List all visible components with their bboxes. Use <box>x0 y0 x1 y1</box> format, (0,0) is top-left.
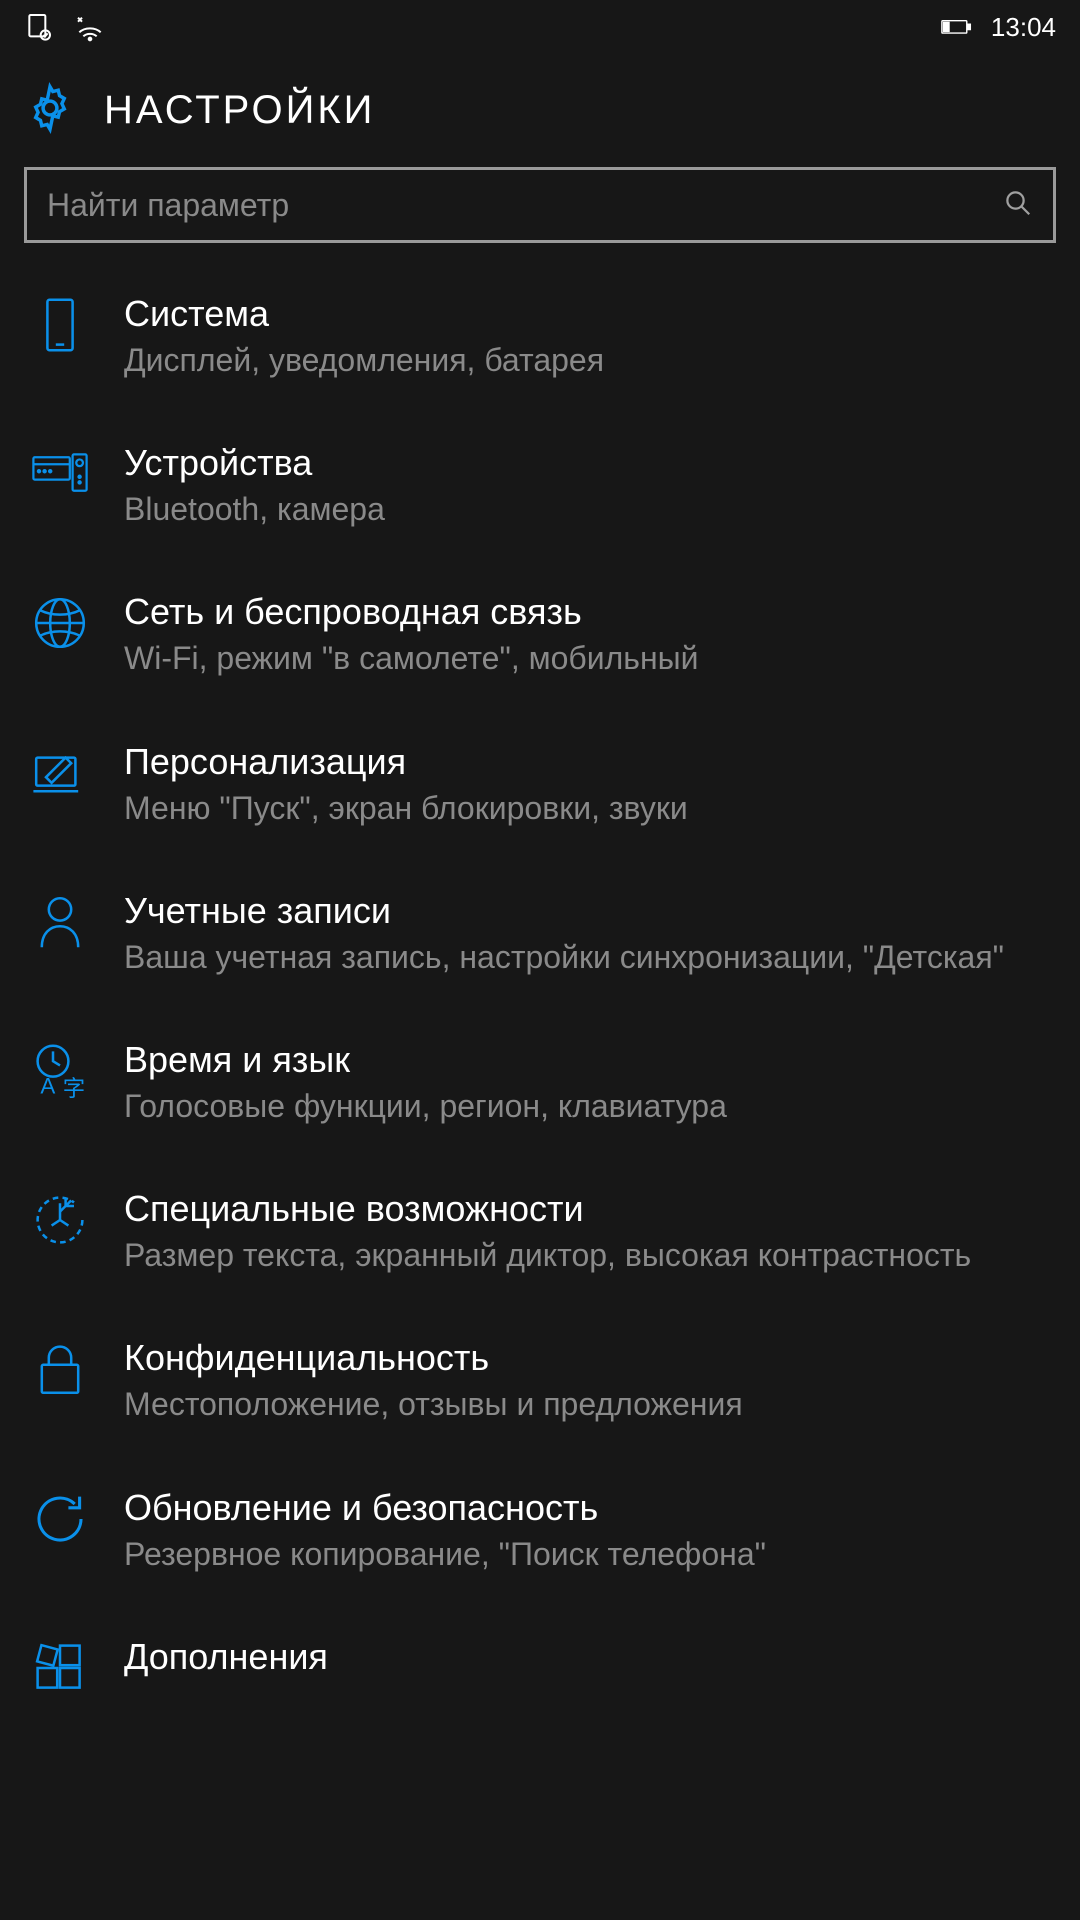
item-subtitle: Wi-Fi, режим "в самолете", мобильный <box>124 637 1048 680</box>
accessibility-icon <box>32 1192 88 1248</box>
settings-item-personalization[interactable]: Персонализация Меню "Пуск", экран блокир… <box>24 711 1056 860</box>
settings-item-system[interactable]: Система Дисплей, уведомления, батарея <box>24 263 1056 412</box>
settings-item-privacy[interactable]: Конфиденциальность Местоположение, отзыв… <box>24 1307 1056 1456</box>
item-title: Специальные возможности <box>124 1188 1048 1230</box>
sync-icon <box>24 11 56 43</box>
battery-icon <box>941 11 973 43</box>
personalization-icon <box>32 745 88 801</box>
item-subtitle: Дисплей, уведомления, батарея <box>124 339 1048 382</box>
page-header: НАСТРОЙКИ <box>0 54 1080 167</box>
settings-item-devices[interactable]: Устройства Bluetooth, камера <box>24 412 1056 561</box>
item-title: Система <box>124 293 1048 335</box>
wifi-icon <box>74 11 106 43</box>
globe-icon <box>32 595 88 651</box>
page-title: НАСТРОЙКИ <box>104 88 375 133</box>
settings-item-accounts[interactable]: Учетные записи Ваша учетная запись, наст… <box>24 860 1056 1009</box>
item-title: Персонализация <box>124 741 1048 783</box>
item-title: Устройства <box>124 442 1048 484</box>
item-subtitle: Bluetooth, камера <box>124 488 1048 531</box>
extras-icon <box>32 1640 88 1696</box>
item-subtitle: Ваша учетная запись, настройки синхрониз… <box>124 936 1048 979</box>
svg-text:字: 字 <box>63 1076 85 1099</box>
search-icon[interactable] <box>1003 188 1033 223</box>
person-icon <box>32 894 88 950</box>
search-input[interactable] <box>47 187 1003 224</box>
item-subtitle: Резервное копирование, "Поиск телефона" <box>124 1533 1048 1576</box>
settings-item-update-security[interactable]: Обновление и безопасность Резервное копи… <box>24 1457 1056 1606</box>
item-subtitle: Голосовые функции, регион, клавиатура <box>124 1085 1048 1128</box>
item-title: Конфиденциальность <box>124 1337 1048 1379</box>
item-title: Сеть и беспроводная связь <box>124 591 1048 633</box>
item-subtitle: Размер текста, экранный диктор, высокая … <box>124 1234 1048 1277</box>
devices-icon <box>32 446 88 502</box>
update-icon <box>32 1491 88 1547</box>
settings-list: Система Дисплей, уведомления, батарея Ус… <box>0 263 1080 1726</box>
item-subtitle: Меню "Пуск", экран блокировки, звуки <box>124 787 1048 830</box>
gear-icon <box>24 82 76 139</box>
status-bar: 13:04 <box>0 0 1080 54</box>
item-title: Обновление и безопасность <box>124 1487 1048 1529</box>
svg-text:A: A <box>40 1073 55 1098</box>
settings-item-extras[interactable]: Дополнения <box>24 1606 1056 1726</box>
phone-icon <box>32 297 88 353</box>
item-title: Учетные записи <box>124 890 1048 932</box>
item-subtitle: Местоположение, отзывы и предложения <box>124 1383 1048 1426</box>
lock-icon <box>32 1341 88 1397</box>
time-language-icon: A 字 <box>32 1043 88 1099</box>
clock: 13:04 <box>991 12 1056 43</box>
item-title: Дополнения <box>124 1636 1048 1678</box>
settings-item-accessibility[interactable]: Специальные возможности Размер текста, э… <box>24 1158 1056 1307</box>
item-title: Время и язык <box>124 1039 1048 1081</box>
search-box[interactable] <box>24 167 1056 243</box>
settings-item-time-language[interactable]: A 字 Время и язык Голосовые функции, реги… <box>24 1009 1056 1158</box>
settings-item-network[interactable]: Сеть и беспроводная связь Wi-Fi, режим "… <box>24 561 1056 710</box>
